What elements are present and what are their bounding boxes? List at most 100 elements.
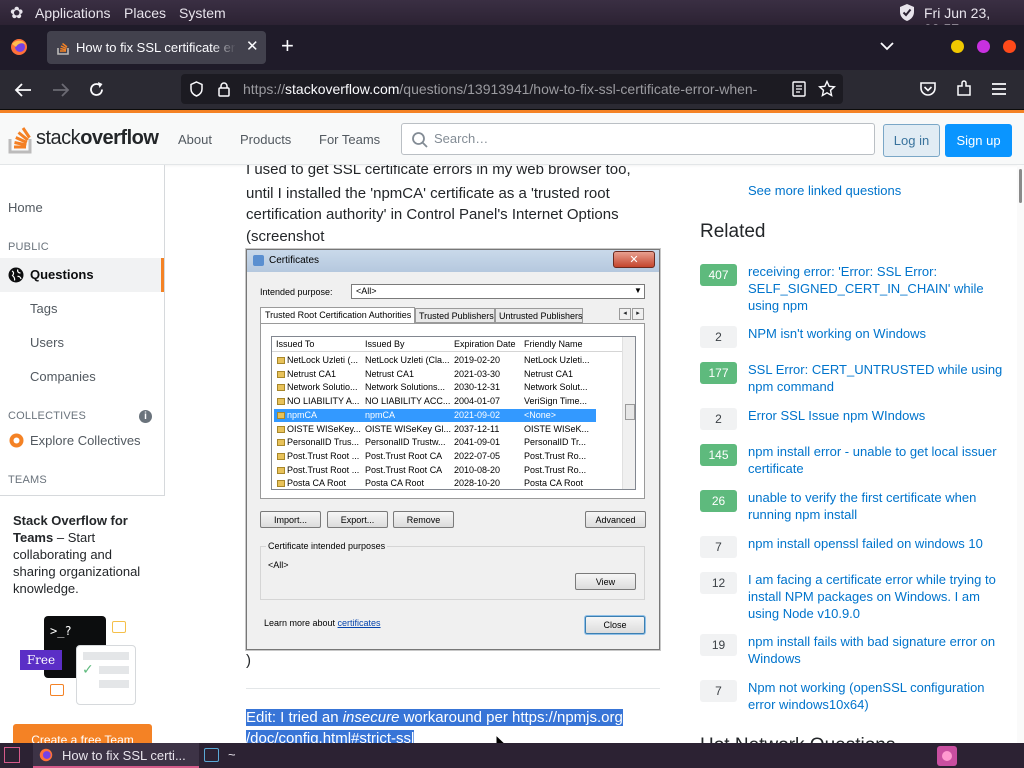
related-question-link[interactable]: npm install fails with bad signature err…	[748, 633, 1008, 667]
list-scrollbar[interactable]	[622, 337, 635, 489]
forward-icon[interactable]	[52, 82, 70, 98]
tab-trusted-publishers[interactable]: Trusted Publishers	[415, 308, 495, 323]
table-cell: NetLock Uzleti...	[524, 355, 590, 365]
stackoverflow-logo[interactable]: stack overflow	[8, 121, 159, 155]
table-row[interactable]: NetLock Uzleti (... NetLock Uzleti (Cla..…	[274, 354, 596, 367]
table-row[interactable]: OISTE WISeKey... OISTE WISeKey Gl... 2037-…	[274, 423, 596, 436]
remove-button[interactable]: Remove	[393, 511, 454, 528]
table-cell: Netrust CA1	[524, 368, 574, 379]
certificates-link[interactable]: certificates	[338, 618, 381, 628]
sidebar-item-home[interactable]: Home	[8, 200, 43, 215]
sidebar-item-questions[interactable]: Questions	[0, 258, 164, 292]
related-question-link[interactable]: SSL Error: CERT_UNTRUSTED while using np…	[748, 361, 1008, 395]
new-tab-icon[interactable]: +	[281, 33, 294, 59]
maximize-icon[interactable]	[977, 40, 990, 53]
sidebar-item-tags[interactable]: Tags	[30, 301, 57, 316]
logo-overflow-text: overflow	[80, 126, 159, 149]
places-menu[interactable]: Places	[124, 5, 166, 21]
table-cell: <None>	[524, 409, 557, 420]
extensions-icon[interactable]	[955, 80, 973, 98]
tab-scroll-left-icon[interactable]: ◂	[619, 308, 631, 320]
nav-about[interactable]: About	[178, 132, 212, 147]
related-question-link[interactable]: unable to verify the first certificate w…	[748, 489, 1008, 523]
chat-bubble-icon	[112, 621, 126, 633]
table-cell: Posta CA Root	[524, 478, 584, 489]
dialog-close-button[interactable]: Close	[585, 616, 645, 634]
table-row[interactable]: Network Solutio... Network Solutions... 20…	[274, 381, 596, 394]
url-text[interactable]: https://stackoverflow.com/questions/1391…	[243, 81, 773, 97]
related-question-link[interactable]: receiving error: 'Error: SSL Error: SELF…	[748, 263, 1008, 314]
related-question-link[interactable]: Npm not working (openSSL configuration e…	[748, 679, 1008, 713]
related-question-link[interactable]: Error SSL Issue npm WIndows	[748, 407, 1008, 424]
sidebar-item-users[interactable]: Users	[30, 335, 64, 350]
gnome-foot-icon[interactable]: ✿	[10, 3, 23, 23]
logo-stack-text: stack	[36, 126, 81, 149]
chevron-down-icon[interactable]	[879, 41, 895, 51]
certificates-screenshot[interactable]: Certificates ✕ Intended purpose: <All> ▼…	[246, 249, 660, 650]
table-row[interactable]: npmCA npmCA 2021-09-02 <None>	[274, 408, 596, 422]
reload-icon[interactable]	[88, 81, 105, 98]
address-bar[interactable]: https://stackoverflow.com/questions/1391…	[181, 74, 843, 104]
sidebar-item-companies[interactable]: Companies	[30, 369, 96, 384]
select-arrow-icon: ▼	[634, 286, 642, 295]
login-button[interactable]: Log in	[883, 124, 940, 157]
firefox-icon[interactable]	[10, 38, 28, 56]
lock-icon[interactable]	[217, 81, 231, 97]
search-input[interactable]: Search…	[401, 123, 875, 155]
table-cell: Netrust CA1	[287, 368, 337, 379]
shield-icon[interactable]	[898, 3, 916, 22]
export-button[interactable]: Export...	[327, 511, 388, 528]
table-row[interactable]: Netrust CA1 Netrust CA1 2021-03-30 Netrust …	[274, 368, 596, 381]
table-row[interactable]: Posta CA Root Posta CA Root 2028-10-20 Post…	[274, 477, 596, 489]
terminal-icon[interactable]	[204, 748, 219, 762]
import-button[interactable]: Import...	[260, 511, 321, 528]
table-row[interactable]: Post.Trust Root ... Post.Trust Root CA 202…	[274, 450, 596, 463]
show-desktop-icon[interactable]	[4, 747, 20, 763]
taskbar-terminal-title[interactable]: ~	[228, 747, 236, 762]
nav-products[interactable]: Products	[240, 132, 291, 147]
page-scrollbar[interactable]	[1017, 165, 1024, 743]
info-icon[interactable]: i	[139, 410, 152, 423]
minimize-icon[interactable]	[951, 40, 964, 53]
dialog-close-icon[interactable]: ✕	[613, 251, 655, 268]
tab-untrusted-publishers[interactable]: Untrusted Publishers	[495, 308, 583, 323]
table-cell: 2041-09-01	[454, 437, 501, 448]
table-row[interactable]: PersonalID Trus... PersonalID Trustw... 20…	[274, 436, 596, 449]
purpose-select[interactable]: <All> ▼	[351, 284, 645, 299]
back-icon[interactable]	[14, 82, 32, 98]
stackoverflow-favicon-icon	[57, 42, 69, 55]
tracking-shield-icon[interactable]	[189, 81, 204, 97]
workspace-switcher-icon[interactable]	[937, 746, 957, 766]
nav-for-teams[interactable]: For Teams	[319, 132, 380, 147]
related-question-link[interactable]: npm install openssl failed on windows 10	[748, 535, 1008, 552]
certificate-icon	[277, 398, 285, 406]
related-question-link[interactable]: NPM isn't working on Windows	[748, 325, 1008, 342]
table-row[interactable]: NO LIABILITY A... NO LIABILITY ACC... 2004…	[274, 395, 596, 408]
system-menu[interactable]: System	[179, 5, 226, 21]
certificate-list[interactable]: Issued To Issued By Expiration Date Frie…	[271, 336, 636, 490]
tab-scroll-right-icon[interactable]: ▸	[632, 308, 644, 320]
view-button[interactable]: View	[575, 573, 636, 590]
table-cell: PersonalID Tr...	[524, 437, 587, 448]
bookmark-star-icon[interactable]	[818, 80, 836, 98]
tab-active[interactable]: How to fix SSL certificate error when ✕	[47, 31, 266, 64]
table-cell: OISTE WISeKey Gl...	[365, 423, 452, 434]
taskbar-window-firefox[interactable]: How to fix SSL certi...	[33, 743, 199, 768]
applications-menu[interactable]: Applications	[35, 5, 111, 21]
answer-line-3: certification authority' in Control Pane…	[246, 206, 619, 223]
reader-view-icon[interactable]	[792, 81, 806, 97]
close-window-icon[interactable]	[1003, 40, 1016, 53]
sidebar-item-explore-collectives[interactable]: Explore Collectives	[30, 433, 141, 448]
signup-button[interactable]: Sign up	[945, 124, 1012, 157]
tab-trusted-root[interactable]: Trusted Root Certification Authorities	[260, 307, 415, 323]
related-question-link[interactable]: npm install error - unable to get local …	[748, 443, 1008, 477]
close-tab-icon[interactable]: ✕	[246, 37, 259, 55]
table-row[interactable]: Post.Trust Root ... Post.Trust Root CA 201…	[274, 464, 596, 477]
table-cell: NO LIABILITY ACC...	[365, 396, 451, 407]
table-cell: NO LIABILITY A...	[287, 396, 360, 407]
pocket-icon[interactable]	[919, 81, 937, 98]
menu-icon[interactable]	[991, 82, 1007, 96]
certificate-icon	[277, 357, 285, 364]
related-question-link[interactable]: I am facing a certificate error while tr…	[748, 571, 1008, 622]
advanced-button[interactable]: Advanced	[585, 511, 646, 528]
